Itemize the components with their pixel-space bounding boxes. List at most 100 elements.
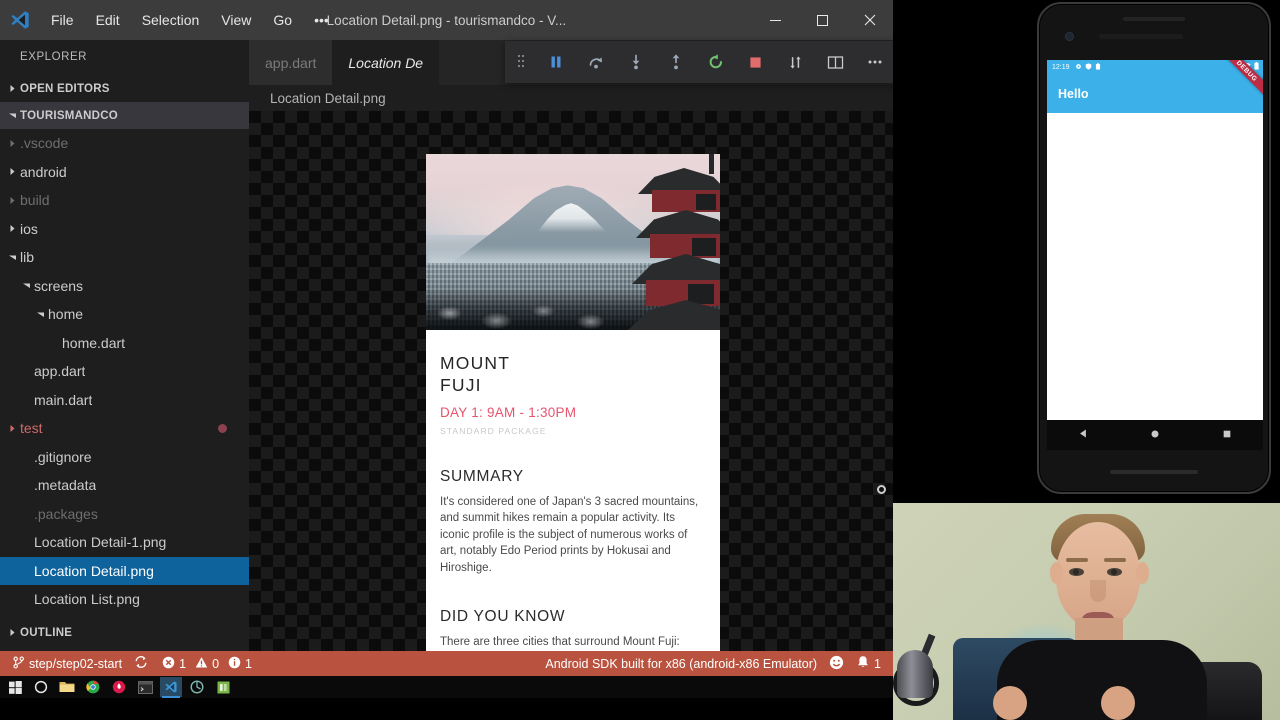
menu-view[interactable]: View — [210, 6, 262, 34]
taskbar-terminal[interactable] — [134, 677, 156, 697]
tree-item-label: .gitignore — [34, 448, 92, 465]
tree-item-label: home.dart — [62, 334, 126, 351]
status-branch-label: step/step02-start — [29, 656, 123, 671]
breadcrumb[interactable]: Location Detail.png — [249, 85, 893, 111]
status-feedback-button[interactable] — [823, 651, 850, 676]
step-over-button[interactable] — [576, 41, 616, 83]
maximize-button[interactable] — [799, 0, 846, 40]
tree-item-build[interactable]: build — [0, 186, 249, 215]
section-label: OUTLINE — [20, 626, 73, 639]
chevron-right-icon[interactable] — [4, 129, 20, 158]
status-sync-button[interactable] — [128, 651, 154, 676]
tree-item-lib[interactable]: lib — [0, 243, 249, 272]
location-time: DAY 1: 9AM - 1:30PM — [440, 404, 577, 420]
tree-item-android[interactable]: android — [0, 158, 249, 187]
chevron-down-icon[interactable] — [32, 300, 48, 329]
menu-selection[interactable]: Selection — [131, 6, 211, 34]
android-emulator[interactable]: 12:19 Hello DEBUG — [1037, 2, 1271, 494]
status-branch[interactable]: step/step02-start — [0, 651, 128, 676]
android-recents-button[interactable] — [1222, 426, 1232, 444]
tree-item-app-dart[interactable]: app.dart — [0, 357, 249, 386]
menu-file[interactable]: File — [40, 6, 85, 34]
status-device-label: Android SDK built for x86 (android-x86 E… — [545, 656, 818, 671]
taskbar-app-red[interactable] — [108, 677, 130, 697]
chevron-right-icon[interactable] — [4, 158, 20, 187]
taskbar-app-teal[interactable] — [186, 677, 208, 697]
tree-item-main-dart[interactable]: main.dart — [0, 386, 249, 415]
location-title-line2: FUJI — [440, 375, 482, 396]
tree-item-label: home — [48, 306, 84, 323]
flutter-app-body[interactable] — [1047, 113, 1263, 420]
chevron-right-icon[interactable] — [4, 414, 20, 443]
chevron-down-icon[interactable] — [18, 272, 34, 301]
phone-earpiece — [1099, 34, 1183, 39]
image-preview-canvas[interactable]: MOUNT FUJI DAY 1: 9AM - 1:30PM STANDARD … — [249, 111, 893, 673]
taskbar-vscode[interactable] — [160, 677, 182, 698]
more-actions-button[interactable] — [855, 41, 893, 83]
tree-item-screens[interactable]: screens — [0, 272, 249, 301]
chevron-right-icon[interactable] — [4, 215, 20, 244]
tree-item-label: .metadata — [34, 477, 97, 494]
vscode-window: File Edit Selection View Go ••• Location… — [0, 0, 893, 698]
tree-item-gitignore[interactable]: .gitignore — [0, 443, 249, 472]
status-notifications[interactable]: 1 — [850, 651, 893, 676]
split-editor-button[interactable] — [815, 41, 855, 83]
section-project-root[interactable]: TOURISMANDCO — [0, 102, 249, 129]
smiley-icon — [829, 655, 844, 673]
step-into-button[interactable] — [616, 41, 656, 83]
tree-item-packages[interactable]: .packages — [0, 500, 249, 529]
location-title: MOUNT FUJI — [440, 352, 706, 397]
taskbar-file-explorer[interactable] — [56, 677, 78, 697]
android-navigation-bar — [1047, 420, 1263, 450]
section-outline[interactable]: OUTLINE — [0, 619, 249, 646]
taskbar-cortana-button[interactable] — [30, 677, 52, 697]
tree-item-metadata[interactable]: .metadata — [0, 471, 249, 500]
tree-item-location-list-png[interactable]: Location List.png — [0, 585, 249, 614]
tree-item-home[interactable]: home — [0, 300, 249, 329]
tab-location-detail-png[interactable]: Location De — [332, 40, 440, 85]
warning-count: 0 — [212, 656, 220, 671]
tree-item-location-detail-1-png[interactable]: Location Detail-1.png — [0, 528, 249, 557]
debug-toolbar — [505, 41, 893, 83]
menu-more[interactable]: ••• — [303, 6, 340, 34]
tree-item-test[interactable]: test — [0, 414, 249, 443]
info-count: 1 — [245, 656, 252, 671]
menu-go[interactable]: Go — [262, 6, 303, 34]
gear-icon — [1075, 63, 1082, 72]
minimize-button[interactable] — [752, 0, 799, 40]
tree-item-location-detail-png[interactable]: Location Detail.png — [0, 556, 249, 585]
stop-button[interactable] — [736, 41, 776, 83]
section-open-editors[interactable]: OPEN EDITORS — [0, 75, 249, 102]
tree-item-home-dart[interactable]: home.dart — [0, 329, 249, 358]
tree-item-label: screens — [34, 277, 84, 294]
taskbar-start-button[interactable] — [4, 677, 26, 697]
status-device[interactable]: Android SDK built for x86 (android-x86 E… — [539, 651, 823, 676]
tree-item-label: lib — [20, 249, 35, 266]
emulator-screen[interactable]: 12:19 Hello DEBUG — [1047, 60, 1263, 420]
taskbar-app-green[interactable] — [212, 677, 234, 697]
menu-edit[interactable]: Edit — [85, 6, 131, 34]
pause-button[interactable] — [536, 41, 576, 83]
clipboard-icon — [1095, 62, 1101, 72]
status-problems[interactable]: 1 0 1 — [154, 651, 258, 676]
tree-item-label: .packages — [34, 505, 98, 522]
explorer-title: EXPLORER — [20, 51, 88, 63]
drag-handle-icon[interactable] — [505, 41, 536, 83]
android-back-button[interactable] — [1078, 426, 1089, 444]
vscode-logo-icon — [0, 0, 40, 40]
step-out-button[interactable] — [656, 41, 696, 83]
tree-item-vscode[interactable]: .vscode — [0, 129, 249, 158]
chevron-down-icon[interactable] — [4, 243, 20, 272]
hot-reload-button[interactable] — [775, 41, 815, 83]
android-home-button[interactable] — [1150, 426, 1160, 444]
tree-item-label: main.dart — [34, 391, 93, 408]
tab-app-dart[interactable]: app.dart — [249, 40, 333, 85]
taskbar-chrome[interactable] — [82, 677, 104, 697]
restart-button[interactable] — [696, 41, 736, 83]
close-button[interactable] — [846, 0, 893, 40]
chevron-right-icon[interactable] — [4, 186, 20, 215]
tree-item-ios[interactable]: ios — [0, 215, 249, 244]
